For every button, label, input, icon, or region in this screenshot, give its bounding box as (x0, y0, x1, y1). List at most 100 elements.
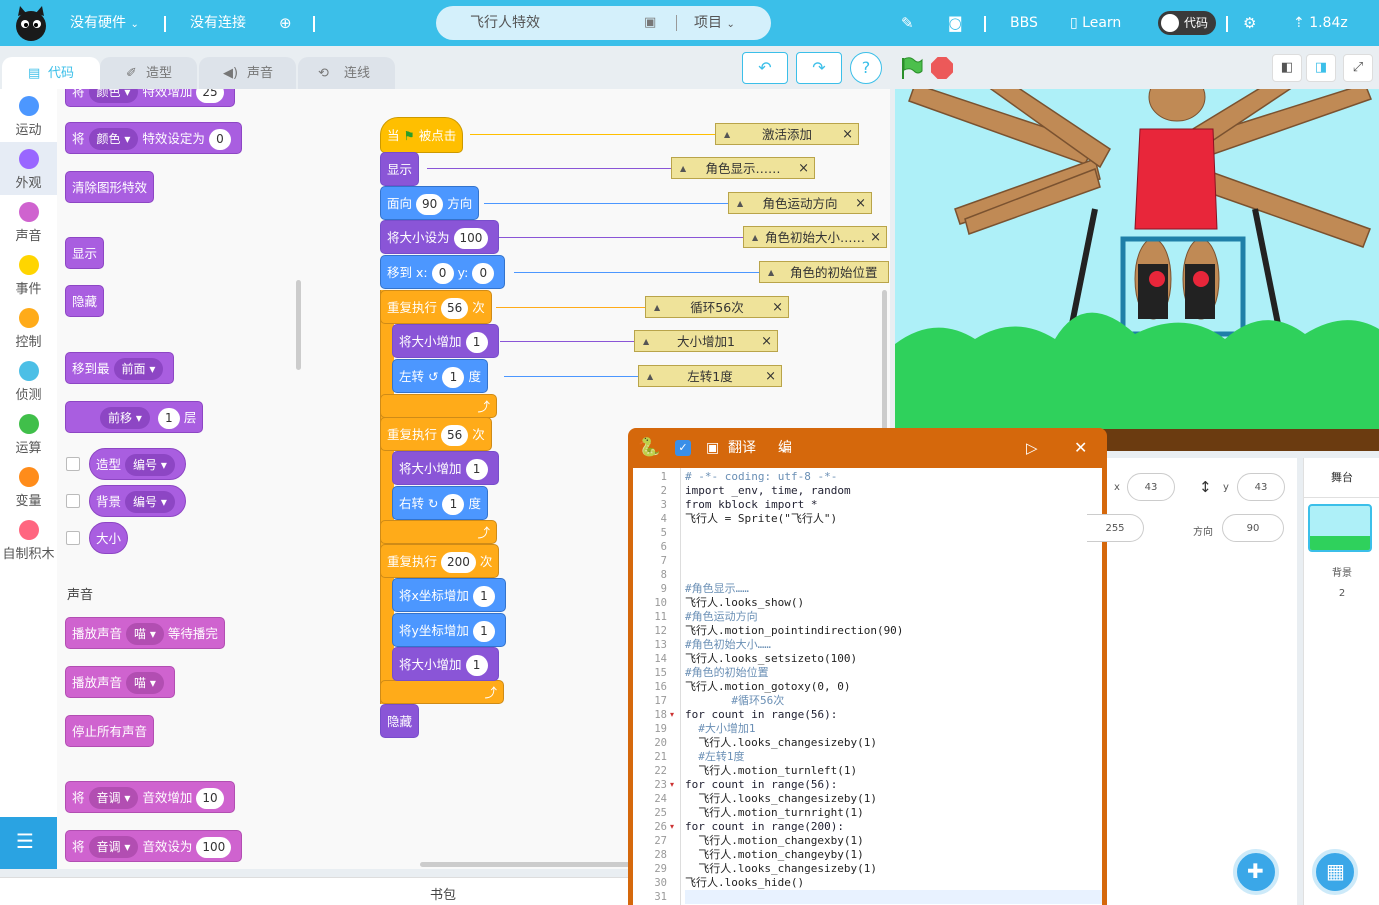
x-input[interactable]: 0 (431, 263, 454, 284)
palette-block-change-sound-effect[interactable]: 将音调 ▾ 音效增加 10 (65, 781, 235, 813)
repeat-count-input[interactable]: 200 (441, 552, 476, 573)
turn-right-block[interactable]: 右转 ↻ 1 度 (392, 486, 488, 520)
small-stage-button[interactable]: ◧ (1272, 54, 1302, 82)
hide-block[interactable]: 隐藏 (380, 704, 420, 738)
stage-canvas[interactable] (895, 89, 1379, 451)
stage-thumbnail[interactable] (1308, 504, 1372, 552)
tab-costumes[interactable]: ✐ 造型 (100, 57, 197, 90)
workspace-hscrollbar[interactable] (420, 862, 630, 867)
close-icon[interactable]: × (870, 227, 881, 249)
palette-reporter-backdrop[interactable]: 背景 编号 ▾ (89, 485, 186, 517)
palette-block-show[interactable]: 显示 (65, 237, 105, 269)
close-icon[interactable]: × (765, 366, 776, 388)
monitor-checkbox[interactable] (66, 494, 80, 508)
palette-reporter-costume[interactable]: 造型 编号 ▾ (89, 448, 186, 480)
edit-menu[interactable]: 编辑⌄ (778, 428, 792, 496)
palette-block-set-effect[interactable]: 将颜色 ▾ 特效设定为 0 (65, 122, 242, 154)
hardware-menu[interactable]: 没有硬件 ⌄ (70, 0, 139, 46)
code-line[interactable]: #大小增加1 (685, 722, 755, 736)
change-size-block[interactable]: 将大小增加 1 (392, 647, 499, 681)
direction-input[interactable]: 90 (416, 194, 444, 215)
category-my-blocks[interactable]: 自制积木 (0, 513, 57, 566)
value-input[interactable]: 1 (157, 408, 180, 429)
comment-note[interactable]: ▲ 角色运动方向 × (728, 192, 872, 214)
change-size-block[interactable]: 将大小增加 1 (392, 324, 499, 358)
fold-arrow-icon[interactable]: ▾ (670, 820, 674, 834)
code-line[interactable]: 飞行人.looks_changesizeby(1) (685, 736, 877, 750)
y-input[interactable]: 0 (472, 263, 495, 284)
translate-button[interactable]: 翻译 (728, 428, 756, 468)
backdrop-dropdown[interactable]: 编号 ▾ (125, 491, 175, 513)
show-block[interactable]: 显示 (380, 152, 420, 186)
comment-note[interactable]: ▲ 激活添加 × (715, 123, 859, 145)
close-icon[interactable]: × (842, 124, 853, 146)
version-label[interactable]: ⇡ 1.84z (1293, 0, 1348, 46)
code-line[interactable]: 飞行人.motion_gotoxy(0, 0) (685, 680, 850, 694)
sprite-x-input[interactable]: 43 (1127, 473, 1175, 501)
palette-block-play-sound[interactable]: 播放声音喵 ▾ (65, 666, 175, 698)
code-mode-toggle[interactable]: 代码 (1158, 11, 1216, 35)
backpack-bar[interactable]: 书包 (0, 877, 628, 905)
code-line[interactable]: 飞行人.looks_setsizeto(100) (685, 652, 857, 666)
degrees-input[interactable]: 1 (442, 367, 465, 388)
code-line[interactable]: #角色运动方向 (685, 610, 758, 624)
comment-note[interactable]: ▲ 角色的初始位置 (759, 261, 889, 283)
tab-sounds[interactable]: ◀) 声音 (199, 57, 296, 90)
undo-button[interactable]: ↶ (742, 52, 788, 84)
bbs-link[interactable]: BBS (1010, 0, 1038, 46)
close-icon[interactable]: × (798, 158, 809, 180)
sprite-y-input[interactable]: 43 (1237, 473, 1285, 501)
sound-dropdown[interactable]: 喵 ▾ (126, 672, 164, 694)
comment-note[interactable]: ▲ 角色显示…… × (671, 157, 815, 179)
size-change-input[interactable]: 1 (465, 655, 488, 676)
category-control[interactable]: 控制 (0, 301, 57, 354)
connection-menu[interactable]: 没有连接 (190, 0, 246, 46)
code-line[interactable]: import _env, time, random (685, 484, 851, 498)
direction-dropdown[interactable]: 前移 ▾ (100, 407, 150, 429)
y-change-input[interactable]: 1 (472, 621, 495, 642)
code-line[interactable]: from kblock import * (685, 498, 817, 512)
go-to-xy-block[interactable]: 移到 x: 0 y: 0 (380, 255, 506, 289)
palette-block-play-until-done[interactable]: 播放声音喵 ▾ 等待播完 (65, 617, 225, 649)
effect-dropdown[interactable]: 颜色 ▾ (88, 128, 139, 150)
palette-block-hide[interactable]: 隐藏 (65, 285, 105, 317)
code-line[interactable]: 飞行人.looks_hide() (685, 876, 804, 890)
layer-dropdown[interactable]: 前面 ▾ (113, 358, 164, 380)
repeat-count-input[interactable]: 56 (441, 298, 469, 319)
help-button[interactable]: ? (850, 52, 882, 84)
code-line[interactable]: #角色的初始位置 (685, 666, 769, 680)
stop-button[interactable] (931, 57, 953, 79)
code-line[interactable]: 飞行人.looks_changesizeby(1) (685, 792, 877, 806)
project-name-input[interactable]: 飞行人特效 (470, 6, 540, 40)
sprite-size-input[interactable]: 255 (1087, 514, 1144, 542)
value-input[interactable]: 10 (196, 788, 224, 809)
palette-scrollbar[interactable] (296, 280, 301, 370)
palette-block-clear-effects[interactable]: 清除图形特效 (65, 171, 155, 203)
tab-code[interactable]: ▤ 代码 (2, 57, 100, 90)
run-icon[interactable]: ▷ (1026, 428, 1038, 468)
code-line[interactable]: 飞行人 = Sprite("飞行人") (685, 512, 837, 526)
comment-note[interactable]: ▲ 左转1度 × (638, 365, 782, 387)
category-motion[interactable]: 运动 (0, 89, 57, 142)
comment-note[interactable]: ▲ 角色初始大小…… × (743, 226, 887, 248)
x-change-input[interactable]: 1 (472, 586, 495, 607)
fold-arrow-icon[interactable]: ▾ (670, 778, 674, 792)
redo-button[interactable]: ↷ (796, 52, 842, 84)
size-input[interactable]: 100 (453, 228, 489, 249)
size-change-input[interactable]: 1 (465, 459, 488, 480)
code-line[interactable]: for count in range(200): (685, 820, 844, 834)
code-line[interactable]: 飞行人.motion_turnleft(1) (685, 764, 857, 778)
code-line[interactable]: 飞行人.motion_changexby(1) (685, 834, 863, 848)
repeat-count-input[interactable]: 56 (441, 425, 469, 446)
code-line[interactable]: 飞行人.motion_changeyby(1) (685, 848, 863, 862)
green-flag-button[interactable] (898, 55, 924, 81)
category-operators[interactable]: 运算 (0, 407, 57, 460)
workspace-scrollbar[interactable] (882, 290, 887, 430)
fold-arrow-icon[interactable]: ▾ (670, 708, 674, 722)
code-line[interactable]: for count in range(56): (685, 708, 837, 722)
code-line[interactable]: 飞行人.motion_turnright(1) (685, 806, 863, 820)
globe-icon[interactable]: ⊕ (279, 0, 292, 46)
category-events[interactable]: 事件 (0, 248, 57, 301)
close-icon[interactable]: × (772, 297, 783, 319)
gear-icon[interactable]: ⚙ (1243, 0, 1256, 46)
